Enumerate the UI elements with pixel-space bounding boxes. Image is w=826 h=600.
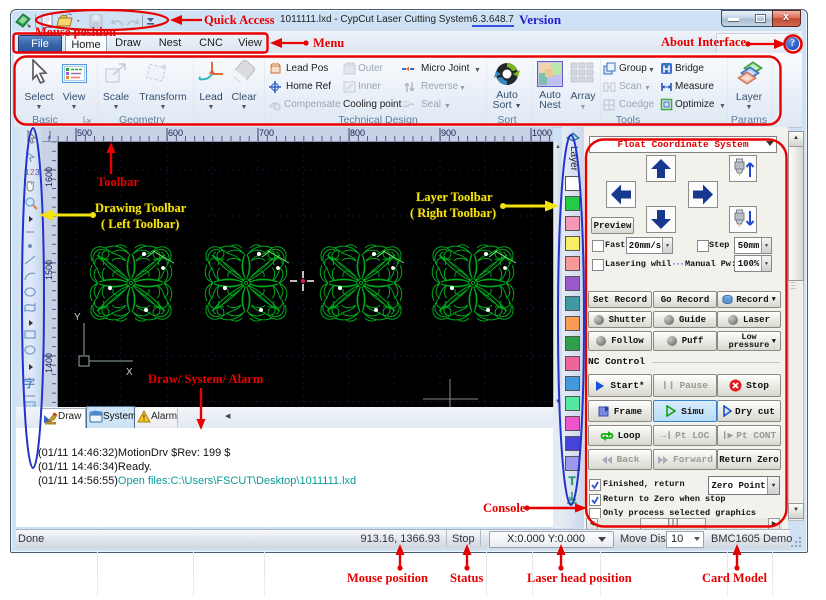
svg-text:字: 字 (24, 376, 35, 390)
svg-text:900: 900 (441, 128, 456, 138)
svg-text:!: ! (143, 414, 146, 423)
svg-text:X: X (126, 367, 133, 378)
svg-text:600: 600 (168, 128, 183, 138)
svg-text:700: 700 (259, 128, 274, 138)
svg-text:500: 500 (77, 128, 92, 138)
svg-text:3: 3 (35, 168, 40, 177)
svg-text:800: 800 (350, 128, 365, 138)
svg-text:Y: Y (74, 312, 81, 323)
